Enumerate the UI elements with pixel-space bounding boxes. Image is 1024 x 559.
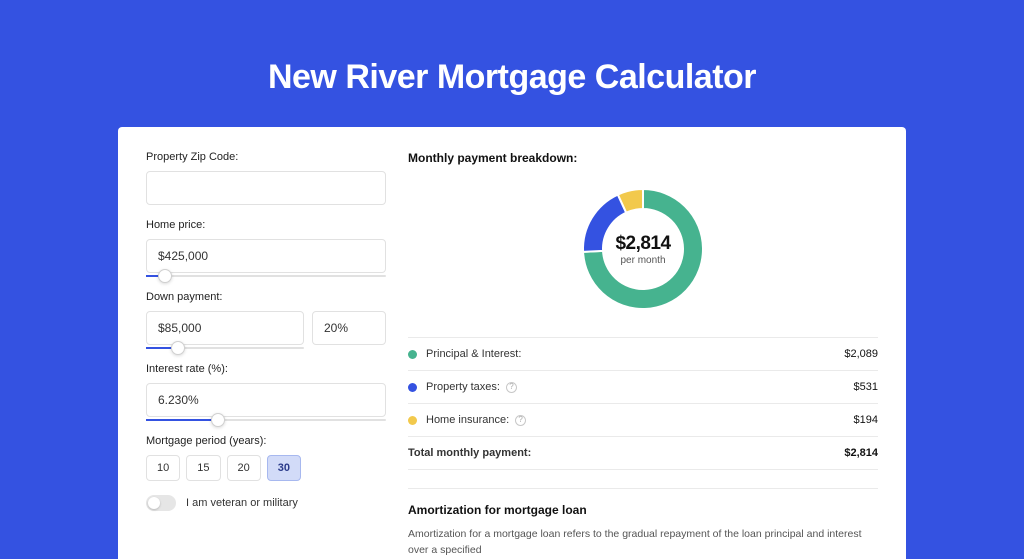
down-payment-slider[interactable] [146, 347, 304, 349]
period-option-20[interactable]: 20 [227, 455, 261, 481]
breakdown-total-row: Total monthly payment:$2,814 [408, 437, 878, 470]
period-option-10[interactable]: 10 [146, 455, 180, 481]
down-payment-amount-input[interactable] [146, 311, 304, 345]
breakdown-value: $531 [854, 381, 878, 393]
page-title: New River Mortgage Calculator [0, 0, 1024, 127]
legend-dot [408, 350, 417, 359]
breakdown-row: Home insurance:?$194 [408, 404, 878, 437]
home-price-input[interactable] [146, 239, 386, 273]
breakdown-label: Property taxes:? [426, 381, 854, 393]
info-icon[interactable]: ? [506, 382, 517, 393]
breakdown-title: Monthly payment breakdown: [408, 151, 878, 165]
breakdown-value: $194 [854, 414, 878, 426]
form-column: Property Zip Code: Home price: Down paym… [146, 151, 386, 559]
amortization-section: Amortization for mortgage loan Amortizat… [408, 488, 878, 559]
donut-sublabel: per month [620, 255, 665, 266]
zip-input[interactable] [146, 171, 386, 205]
period-option-15[interactable]: 15 [186, 455, 220, 481]
breakdown-total-label: Total monthly payment: [408, 447, 844, 459]
breakdown-label: Home insurance:? [426, 414, 854, 426]
legend-dot [408, 383, 417, 392]
donut-amount: $2,814 [615, 233, 670, 255]
zip-label: Property Zip Code: [146, 151, 386, 163]
breakdown-row: Principal & Interest:$2,089 [408, 338, 878, 371]
down-payment-label: Down payment: [146, 291, 386, 303]
toggle-knob [148, 497, 160, 509]
interest-rate-slider[interactable] [146, 419, 386, 421]
breakdown-label: Principal & Interest: [426, 348, 844, 360]
period-option-30[interactable]: 30 [267, 455, 301, 481]
info-icon[interactable]: ? [515, 415, 526, 426]
home-price-slider[interactable] [146, 275, 386, 277]
amortization-text: Amortization for a mortgage loan refers … [408, 527, 878, 559]
breakdown-column: Monthly payment breakdown: $2,814 per mo… [408, 151, 878, 559]
home-price-label: Home price: [146, 219, 386, 231]
calculator-card: Property Zip Code: Home price: Down paym… [118, 127, 906, 559]
breakdown-value: $2,089 [844, 348, 878, 360]
veteran-toggle[interactable] [146, 495, 176, 511]
interest-rate-input[interactable] [146, 383, 386, 417]
down-payment-percent-input[interactable] [312, 311, 386, 345]
interest-rate-label: Interest rate (%): [146, 363, 386, 375]
breakdown-total-value: $2,814 [844, 447, 878, 459]
legend-dot [408, 416, 417, 425]
amortization-title: Amortization for mortgage loan [408, 503, 878, 517]
veteran-label: I am veteran or military [186, 497, 298, 509]
payment-donut-chart: $2,814 per month [573, 179, 713, 319]
breakdown-row: Property taxes:?$531 [408, 371, 878, 404]
mortgage-period-label: Mortgage period (years): [146, 435, 386, 447]
